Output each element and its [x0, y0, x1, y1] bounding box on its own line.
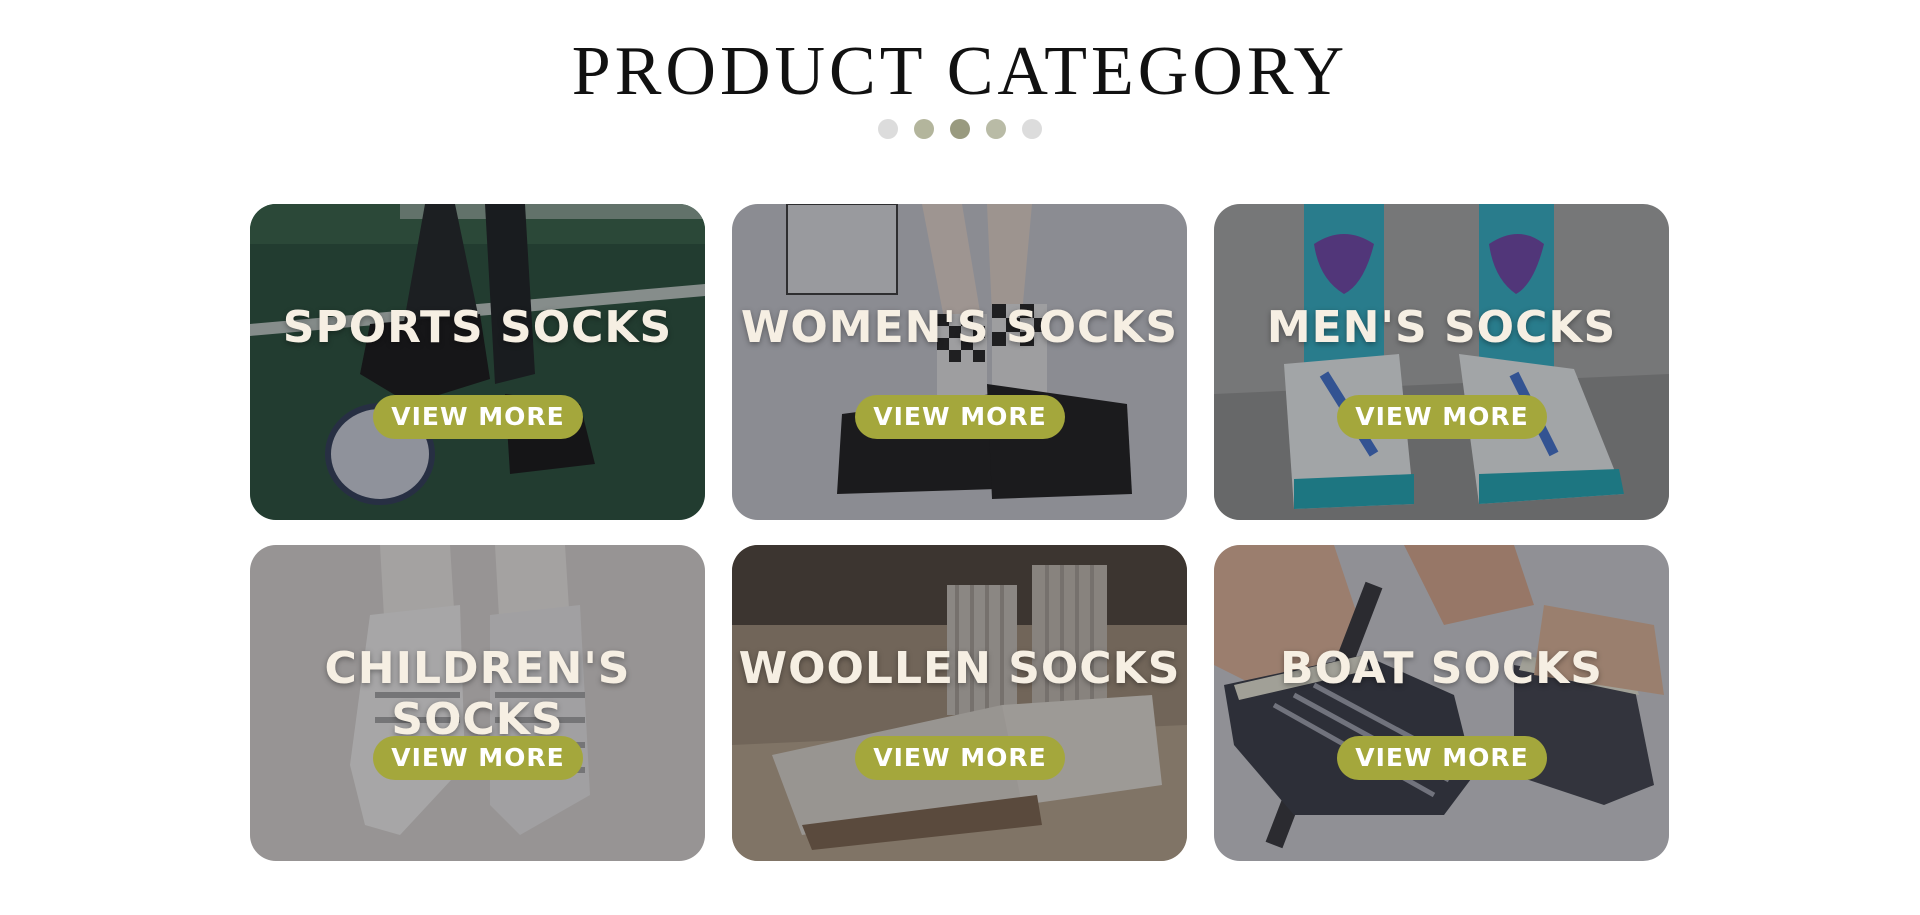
category-card-childrens-socks[interactable]: CHILDREN'S SOCKS VIEW MORE — [250, 545, 705, 861]
view-more-button[interactable]: VIEW MORE — [1337, 395, 1547, 439]
category-card-woollen-socks[interactable]: WOOLLEN SOCKS VIEW MORE — [732, 545, 1187, 861]
view-more-button[interactable]: VIEW MORE — [855, 736, 1065, 780]
category-grid: SPORTS SOCKS VIEW MORE WOMEN'S SOCKS VIE… — [250, 204, 1669, 861]
card-overlay — [1214, 545, 1669, 861]
category-card-womens-socks[interactable]: WOMEN'S SOCKS VIEW MORE — [732, 204, 1187, 520]
card-overlay — [250, 204, 705, 520]
view-more-button[interactable]: VIEW MORE — [1337, 736, 1547, 780]
view-more-button[interactable]: VIEW MORE — [855, 395, 1065, 439]
carousel-dot[interactable] — [1022, 119, 1042, 139]
category-card-mens-socks[interactable]: MEN'S SOCKS VIEW MORE — [1214, 204, 1669, 520]
page-title: PRODUCT CATEGORY — [571, 33, 1349, 110]
category-title: BOAT SOCKS — [1280, 643, 1603, 694]
carousel-dot[interactable] — [986, 119, 1006, 139]
category-card-boat-socks[interactable]: BOAT SOCKS VIEW MORE — [1214, 545, 1669, 861]
view-more-button[interactable]: VIEW MORE — [373, 736, 583, 780]
carousel-dots — [878, 119, 1042, 139]
view-more-button[interactable]: VIEW MORE — [373, 395, 583, 439]
card-overlay — [1214, 204, 1669, 520]
carousel-dot[interactable] — [914, 119, 934, 139]
carousel-dot[interactable] — [878, 119, 898, 139]
card-overlay — [732, 545, 1187, 861]
category-title: MEN'S SOCKS — [1266, 302, 1617, 353]
category-card-sports-socks[interactable]: SPORTS SOCKS VIEW MORE — [250, 204, 705, 520]
category-title: CHILDREN'S SOCKS — [324, 643, 631, 745]
carousel-dot-active[interactable] — [950, 119, 970, 139]
category-title: WOOLLEN SOCKS — [738, 643, 1181, 694]
card-overlay — [732, 204, 1187, 520]
category-title: SPORTS SOCKS — [282, 302, 673, 353]
category-title: WOMEN'S SOCKS — [740, 302, 1179, 353]
